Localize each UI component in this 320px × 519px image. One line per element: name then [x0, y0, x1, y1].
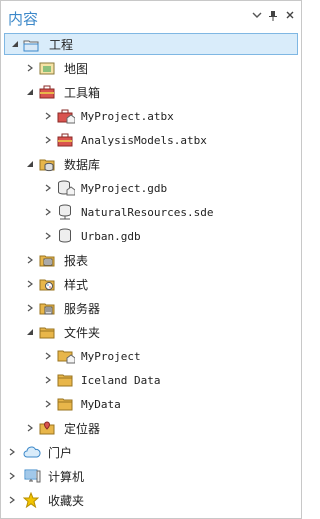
tree-item-label: 收藏夹	[48, 493, 85, 508]
enterprise-database-icon	[57, 204, 73, 220]
tree-item-label: 计算机	[48, 469, 85, 484]
tree-item-db-urban[interactable]: Urban.gdb	[1, 224, 301, 248]
tree-item-toolbox-myproject[interactable]: MyProject.atbx	[1, 104, 301, 128]
folder-icon	[39, 324, 55, 340]
tree-item-folder-mydata[interactable]: MyData	[1, 392, 301, 416]
tree-item-favorites[interactable]: 收藏夹	[1, 488, 301, 512]
tree-item-label: 工程	[49, 37, 74, 52]
expand-chevron-icon[interactable]	[43, 351, 53, 361]
tree-item-computer[interactable]: 计算机	[1, 464, 301, 488]
expand-chevron-icon[interactable]	[25, 63, 35, 73]
server-folder-icon	[39, 300, 55, 316]
tree-item-portal[interactable]: 门户	[1, 440, 301, 464]
tree-item-databases[interactable]: 数据库	[1, 152, 301, 176]
expand-chevron-icon[interactable]	[7, 495, 17, 505]
tree-item-styles[interactable]: 样式	[1, 272, 301, 296]
tree-item-label: 地图	[64, 61, 89, 76]
tree-item-maps[interactable]: 地图	[1, 56, 301, 80]
tree-item-label: 文件夹	[64, 325, 101, 340]
pane-title: 内容	[8, 10, 39, 28]
close-icon	[286, 11, 294, 19]
cloud-icon	[23, 444, 41, 460]
star-icon	[22, 491, 40, 509]
tree-item-label: 数据库	[64, 157, 101, 172]
tree-item-label: 报表	[64, 253, 89, 268]
pane-menu-button[interactable]	[250, 10, 264, 24]
tree-item-label: MyProject.gdb	[81, 181, 168, 195]
expand-chevron-icon[interactable]	[43, 375, 53, 385]
chevron-down-icon	[252, 12, 262, 18]
tree-item-label: 服务器	[64, 301, 101, 316]
tree-item-db-natural[interactable]: NaturalResources.sde	[1, 200, 301, 224]
tree-item-db-myproject[interactable]: MyProject.gdb	[1, 176, 301, 200]
project-folder-icon	[23, 37, 39, 53]
home-folder-icon	[57, 348, 76, 364]
expand-chevron-icon[interactable]	[43, 135, 53, 145]
tree-item-folder-iceland[interactable]: Iceland Data	[1, 368, 301, 392]
tree-item-toolboxes[interactable]: 工具箱	[1, 80, 301, 104]
expand-chevron-icon[interactable]	[43, 111, 53, 121]
locator-folder-icon	[39, 420, 55, 436]
expand-chevron-icon[interactable]	[25, 255, 35, 265]
tree-item-label: Iceland Data	[81, 373, 161, 387]
geodatabase-home-icon	[57, 180, 76, 196]
tree-item-label: NaturalResources.sde	[81, 205, 214, 219]
tree-item-label: MyProject	[81, 349, 141, 363]
expand-chevron-icon[interactable]	[25, 423, 35, 433]
tree-item-reports[interactable]: 报表	[1, 248, 301, 272]
tree-item-label: 定位器	[64, 421, 101, 436]
tree-item-toolbox-analysis[interactable]: AnalysisModels.atbx	[1, 128, 301, 152]
pane-pin-button[interactable]	[266, 10, 280, 24]
expand-chevron-icon[interactable]	[43, 231, 53, 241]
geodatabase-icon	[57, 228, 73, 244]
toolbox-home-icon	[57, 108, 76, 124]
tree-item-locators[interactable]: 定位器	[1, 416, 301, 440]
folder-icon	[57, 396, 73, 412]
tree-item-label: AnalysisModels.atbx	[81, 133, 207, 147]
style-icon	[39, 276, 55, 292]
expand-chevron-icon[interactable]	[7, 447, 17, 457]
folder-icon	[57, 372, 73, 388]
contents-pane: 内容 工程 地图 工具箱 MyProject.atbx AnalysisMode…	[0, 0, 302, 519]
collapse-chevron-icon[interactable]	[25, 87, 35, 97]
expand-chevron-icon[interactable]	[43, 183, 53, 193]
expand-chevron-icon[interactable]	[7, 471, 17, 481]
database-folder-icon	[39, 156, 55, 172]
catalog-tree: 工程 地图 工具箱 MyProject.atbx AnalysisModels.…	[1, 32, 301, 512]
tree-item-label: 门户	[48, 445, 73, 460]
collapse-chevron-icon[interactable]	[10, 39, 20, 49]
toolbox-icon	[39, 84, 55, 100]
collapse-chevron-icon[interactable]	[25, 159, 35, 169]
tree-item-label: MyData	[81, 397, 121, 411]
pin-icon	[269, 11, 277, 21]
expand-chevron-icon[interactable]	[25, 279, 35, 289]
collapse-chevron-icon[interactable]	[25, 327, 35, 337]
tree-item-label: MyProject.atbx	[81, 109, 174, 123]
report-icon	[39, 252, 55, 268]
map-icon	[39, 60, 55, 76]
pane-header: 内容	[1, 1, 301, 33]
computer-icon	[23, 468, 41, 484]
tree-item-folder-myproject[interactable]: MyProject	[1, 344, 301, 368]
tree-item-folders[interactable]: 文件夹	[1, 320, 301, 344]
tree-item-label: 工具箱	[64, 85, 101, 100]
pane-close-button[interactable]	[283, 10, 297, 24]
toolbox-icon	[57, 132, 73, 148]
expand-chevron-icon[interactable]	[25, 303, 35, 313]
tree-item-servers[interactable]: 服务器	[1, 296, 301, 320]
tree-item-label: 样式	[64, 277, 89, 292]
expand-chevron-icon[interactable]	[43, 399, 53, 409]
tree-item-project[interactable]: 工程	[4, 33, 298, 55]
expand-chevron-icon[interactable]	[43, 207, 53, 217]
tree-item-label: Urban.gdb	[81, 229, 141, 243]
